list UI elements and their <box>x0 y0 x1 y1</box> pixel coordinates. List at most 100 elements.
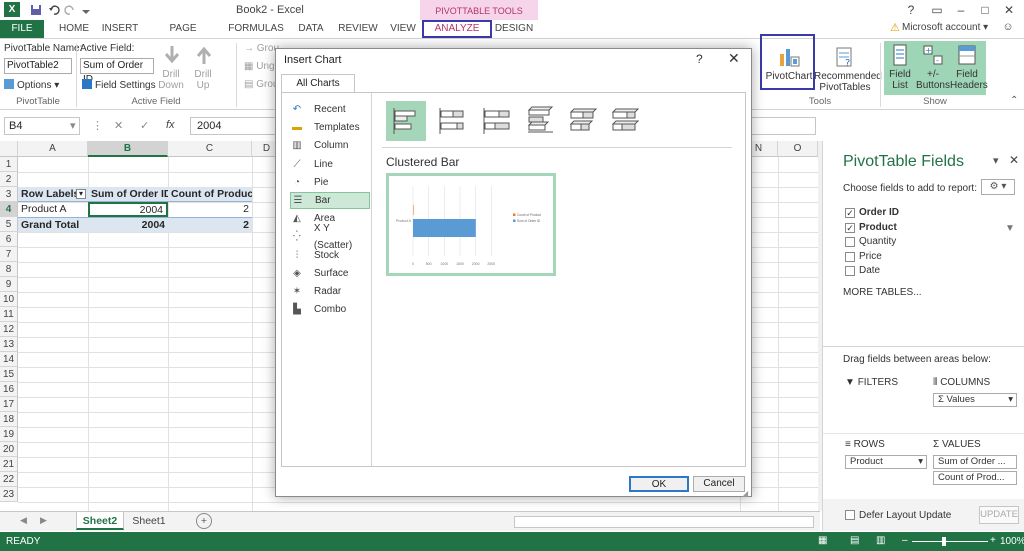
add-sheet-button[interactable]: + <box>196 513 212 529</box>
options-button[interactable]: Options ▾ <box>4 79 59 91</box>
tab-view[interactable]: VIEW <box>388 21 418 37</box>
field-label[interactable]: Date <box>859 265 880 276</box>
customize-icon[interactable] <box>78 2 94 18</box>
chart-type-line[interactable]: ⟋ Line <box>290 156 370 173</box>
row-header[interactable]: 4 <box>0 202 18 217</box>
page-layout-view-icon[interactable]: ▤ <box>850 535 859 546</box>
row-header[interactable]: 1 <box>0 157 18 172</box>
subtype-clustered-bar[interactable] <box>386 101 426 141</box>
row-header[interactable]: 22 <box>0 472 18 487</box>
chart-type-pie[interactable]: ◔ Pie <box>290 174 370 191</box>
zoom-out-button[interactable]: – <box>902 535 908 546</box>
chart-type-stock[interactable]: ⫶ Stock <box>290 247 370 264</box>
row-header[interactable]: 17 <box>0 397 18 412</box>
pivot-row-sum-selected[interactable]: 2004 <box>88 202 168 217</box>
pane-close-icon[interactable]: ✕ <box>1009 153 1019 167</box>
cancel-icon[interactable]: ✕ <box>114 119 123 132</box>
sheet-tab-sheet2[interactable]: Sheet2 <box>76 512 124 530</box>
help-button[interactable]: ? <box>900 1 922 19</box>
tab-page-layout[interactable]: PAGE LAYOUT <box>150 21 216 50</box>
tab-file[interactable]: FILE <box>0 20 44 38</box>
field-label[interactable]: Quantity <box>859 236 896 247</box>
active-field-input[interactable]: Sum of Order ID <box>80 58 154 85</box>
row-header[interactable]: 11 <box>0 307 18 322</box>
collapse-ribbon-icon[interactable]: ⌃ <box>1010 95 1018 106</box>
minimize-button[interactable]: – <box>950 1 972 19</box>
zoom-slider-track[interactable] <box>912 541 988 542</box>
column-header-c[interactable]: C <box>168 141 252 157</box>
pivot-grand-total-sum[interactable]: 2004 <box>88 217 168 232</box>
pivot-header-count-product[interactable]: Count of Product <box>168 187 252 202</box>
formula-more-icon[interactable]: ⋮ <box>92 119 103 132</box>
pivot-header-row-labels[interactable]: Row Labels ▾ <box>18 187 88 202</box>
row-header[interactable]: 9 <box>0 277 18 292</box>
normal-view-icon[interactable]: ▦ <box>818 535 827 546</box>
scroll-left-icon[interactable]: ◀ <box>20 515 27 526</box>
restore-button[interactable]: □ <box>974 1 996 19</box>
row-header[interactable]: 15 <box>0 367 18 382</box>
pane-options-icon[interactable]: ▾ <box>993 154 999 167</box>
tab-insert[interactable]: INSERT <box>100 21 140 37</box>
group-field-button[interactable]: ▤ Grou <box>244 79 278 90</box>
drill-up-button[interactable]: Drill Up <box>188 43 220 91</box>
chart-type-bar[interactable]: ☰ Bar <box>290 192 370 209</box>
field-settings-button[interactable]: Field Settings <box>82 79 156 91</box>
dialog-help-button[interactable]: ? <box>696 52 703 66</box>
rows-product-item[interactable]: Product ▾ <box>845 455 927 469</box>
name-box[interactable]: B4 <box>4 117 80 135</box>
field-checkbox[interactable]: ✓ <box>845 222 855 233</box>
row-header[interactable]: 14 <box>0 352 18 367</box>
tab-formulas[interactable]: FORMULAS <box>228 21 284 37</box>
pivot-row-count[interactable]: 2 <box>168 202 252 217</box>
pivot-header-sum-order-id[interactable]: Sum of Order ID <box>88 187 168 202</box>
chart-type-templates[interactable]: ▬ Templates <box>290 119 370 136</box>
tab-data[interactable]: DATA <box>294 21 328 37</box>
subtype-stacked-bar[interactable] <box>432 101 472 141</box>
chart-type-surface[interactable]: ◈ Surface <box>290 265 370 282</box>
values-sum-order-item[interactable]: Sum of Order ... <box>933 455 1017 469</box>
ribbon-display-button[interactable]: ▭ <box>926 1 948 19</box>
chart-type-combo[interactable]: ▙ Combo <box>290 301 370 318</box>
ok-button[interactable]: OK <box>629 476 689 492</box>
subtype-3d-100-stacked-bar[interactable] <box>604 101 644 141</box>
tab-all-charts[interactable]: All Charts <box>281 74 355 92</box>
horizontal-scrollbar[interactable] <box>514 516 814 528</box>
column-header-a[interactable]: A <box>18 141 88 157</box>
zoom-level[interactable]: 100% <box>1000 536 1024 547</box>
namebox-chevron-icon[interactable]: ▾ <box>70 119 76 132</box>
zoom-in-button[interactable]: + <box>990 535 996 546</box>
tab-home[interactable]: HOME <box>54 21 94 37</box>
close-window-button[interactable]: ✕ <box>998 1 1020 19</box>
undo-icon[interactable] <box>46 2 62 18</box>
row-header[interactable]: 2 <box>0 172 18 187</box>
row-header[interactable]: 13 <box>0 337 18 352</box>
chart-type-x-y-scatter[interactable]: ⁛ X Y (Scatter) <box>290 223 370 251</box>
drill-down-button[interactable]: Drill Down <box>156 43 188 91</box>
zoom-slider-thumb[interactable] <box>942 537 946 546</box>
field-checkbox[interactable] <box>845 251 855 262</box>
defer-layout-checkbox[interactable] <box>845 510 855 520</box>
recommended-pivottables-button[interactable]: ? Recommended PivotTables <box>814 45 882 93</box>
field-label[interactable]: Product <box>859 222 897 233</box>
row-header[interactable]: 6 <box>0 232 18 247</box>
subtype-3d-stacked-bar[interactable] <box>562 101 602 141</box>
chart-type-recent[interactable]: ↶ Recent <box>290 101 370 118</box>
row-header[interactable]: 20 <box>0 442 18 457</box>
values-count-product-item[interactable]: Count of Prod... <box>933 471 1017 485</box>
row-header[interactable]: 8 <box>0 262 18 277</box>
insert-function-icon[interactable]: fx <box>166 119 175 131</box>
chart-preview[interactable]: 0 500 1000 1500 2000 2500 Product A Count of Pr… <box>386 173 556 276</box>
group-selection-button[interactable]: → Grou <box>244 43 279 54</box>
columns-values-item[interactable]: Σ Values ▾ <box>933 393 1017 407</box>
save-icon[interactable] <box>28 2 44 18</box>
row-header[interactable]: 18 <box>0 412 18 427</box>
row-header[interactable]: 21 <box>0 457 18 472</box>
row-header[interactable]: 12 <box>0 322 18 337</box>
field-headers-toggle[interactable]: Field Headers <box>950 43 988 91</box>
tab-review[interactable]: REVIEW <box>338 21 378 37</box>
field-label[interactable]: Price <box>859 251 882 262</box>
row-header[interactable]: 3 <box>0 187 18 202</box>
column-header-o[interactable]: O <box>778 141 818 157</box>
buttons-toggle[interactable]: + - +/- Buttons <box>916 43 950 91</box>
chart-type-radar[interactable]: ✶ Radar <box>290 283 370 300</box>
